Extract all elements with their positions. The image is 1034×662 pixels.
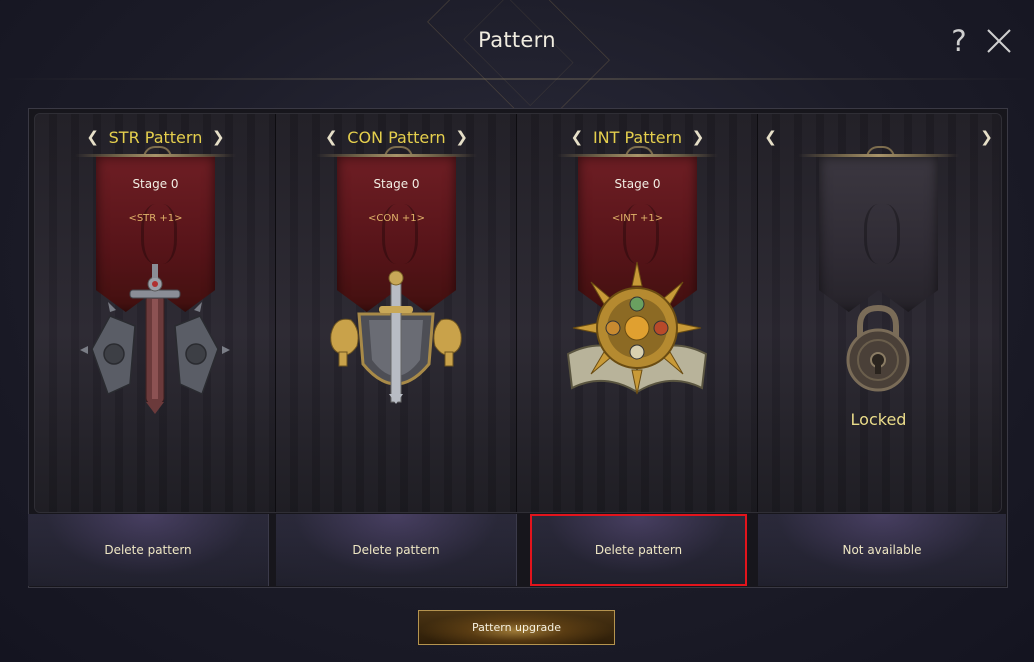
prev-arrow-icon[interactable]: ❮ <box>763 127 779 147</box>
banner-rod <box>316 154 477 157</box>
next-arrow-icon[interactable]: ❯ <box>454 127 470 147</box>
next-arrow-icon[interactable]: ❯ <box>690 127 706 147</box>
prev-arrow-icon[interactable]: ❮ <box>569 127 585 147</box>
prev-arrow-icon[interactable]: ❮ <box>323 127 339 147</box>
prev-arrow-icon[interactable]: ❮ <box>85 127 101 147</box>
close-icon[interactable] <box>984 26 1014 56</box>
card-title: INT Pattern <box>592 127 683 147</box>
stage-label: Stage 0 <box>614 177 661 191</box>
padlock-icon <box>846 304 910 392</box>
pattern-actions: Delete pattern Delete pattern Delete pat… <box>28 514 1006 586</box>
stage-label: Stage 0 <box>132 177 179 191</box>
pattern-card-int: ❮ INT Pattern ❯ Stage 0 <INT +1> <box>517 114 758 512</box>
window-title: Pattern <box>478 28 556 52</box>
banner-rod <box>557 154 718 157</box>
stage-label: Stage 0 <box>373 177 420 191</box>
next-arrow-icon[interactable]: ❯ <box>210 127 226 147</box>
banner-mark <box>864 204 900 264</box>
stat-bonus: <STR +1> <box>128 213 183 224</box>
header-divider <box>0 78 1034 80</box>
sword-emblem-icon <box>80 264 230 414</box>
pattern-upgrade-button[interactable]: Pattern upgrade <box>418 610 615 645</box>
stat-bonus: <CON +1> <box>367 213 425 224</box>
banner-rod <box>798 154 959 157</box>
help-icon[interactable]: ? <box>945 24 973 58</box>
delete-pattern-button-con[interactable]: Delete pattern <box>276 514 517 586</box>
card-title: CON Pattern <box>347 127 446 147</box>
delete-pattern-button-str[interactable]: Delete pattern <box>28 514 269 586</box>
sun-book-emblem-icon <box>566 261 708 395</box>
pattern-card-con: ❮ CON Pattern ❯ Stage 0 <CON +1> <box>276 114 517 512</box>
not-available-button[interactable]: Not available <box>758 514 1006 586</box>
pattern-card-str: ❮ STR Pattern ❯ Stage 0 <STR +1> <box>35 114 276 512</box>
stat-bonus: <INT +1> <box>611 213 664 224</box>
pattern-cards: ❮ STR Pattern ❯ Stage 0 <STR +1> ❮ CON P… <box>34 113 1002 513</box>
locked-label: Locked <box>850 410 907 429</box>
delete-pattern-button-int[interactable]: Delete pattern <box>530 514 747 586</box>
pattern-card-locked: ❮ ❯ Locked <box>758 114 999 512</box>
card-title: STR Pattern <box>108 127 203 147</box>
shield-emblem-icon <box>330 270 462 404</box>
next-arrow-icon[interactable]: ❯ <box>979 127 995 147</box>
banner-rod <box>75 154 236 157</box>
